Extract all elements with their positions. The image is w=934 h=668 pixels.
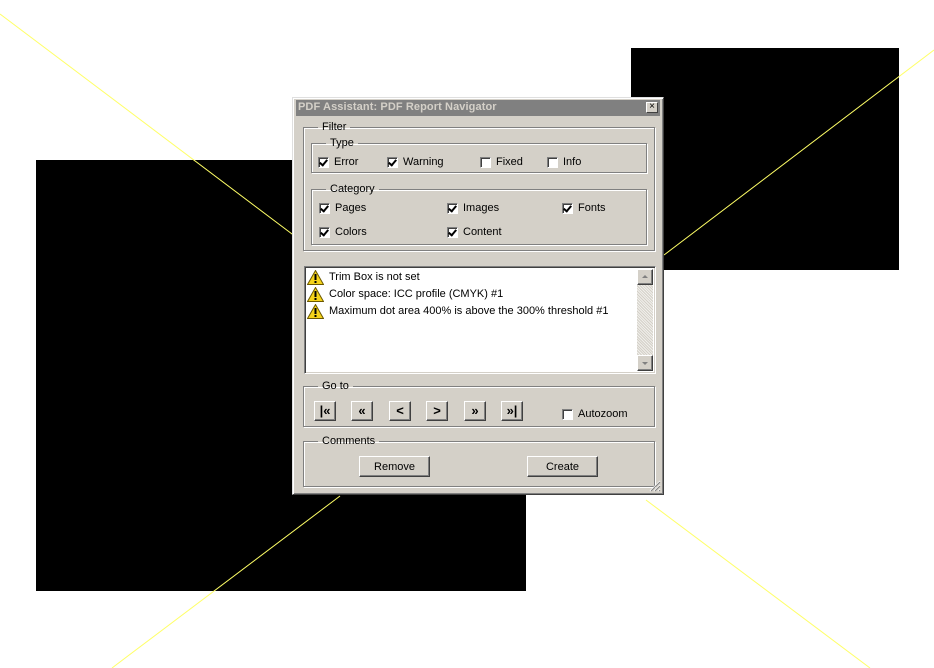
scroll-up-button[interactable] — [637, 269, 653, 285]
list-scrollbar[interactable] — [637, 269, 653, 371]
resize-grip-icon[interactable] — [649, 480, 661, 492]
scroll-down-button[interactable] — [637, 355, 653, 371]
content-checkbox[interactable]: Content — [447, 225, 502, 239]
autozoom-checkbox-box[interactable] — [562, 408, 573, 420]
chevron-left-icon: < — [396, 403, 404, 418]
list-item[interactable]: Color space: ICC profile (CMYK) #1 — [307, 286, 503, 302]
content-checkbox-box[interactable] — [447, 226, 458, 238]
create-button[interactable]: Create — [527, 456, 598, 477]
colors-checkbox-box[interactable] — [319, 226, 330, 238]
error-checkbox[interactable]: Error — [318, 155, 358, 169]
list-item-text: Maximum dot area 400% is above the 300% … — [329, 305, 609, 317]
fonts-checkbox-box[interactable] — [562, 202, 573, 214]
comments-group: Comments — [303, 435, 655, 487]
images-checkbox-box[interactable] — [447, 202, 458, 214]
last-button[interactable]: »| — [501, 401, 523, 421]
next-button[interactable]: > — [426, 401, 448, 421]
warning-icon — [307, 286, 324, 302]
colors-label: Colors — [335, 226, 367, 238]
images-checkbox[interactable]: Images — [447, 201, 499, 215]
warning-label: Warning — [403, 156, 444, 168]
list-item-text: Trim Box is not set — [329, 271, 420, 283]
close-icon: × — [649, 101, 655, 112]
titlebar[interactable]: PDF Assistant: PDF Report Navigator × — [296, 100, 660, 116]
info-checkbox-box[interactable] — [547, 156, 558, 168]
fonts-checkbox[interactable]: Fonts — [562, 201, 606, 215]
pages-checkbox[interactable]: Pages — [319, 201, 366, 215]
list-item-text: Color space: ICC profile (CMYK) #1 — [329, 288, 504, 300]
report-list[interactable]: Trim Box is not set Color space: ICC pro… — [304, 266, 656, 374]
next-page-button[interactable]: » — [464, 401, 486, 421]
arrow-up-icon — [642, 275, 648, 278]
colors-checkbox[interactable]: Colors — [319, 225, 367, 239]
fixed-checkbox[interactable]: Fixed — [480, 155, 523, 169]
category-legend: Category — [330, 183, 375, 195]
warning-checkbox[interactable]: Warning — [387, 155, 444, 169]
autozoom-checkbox[interactable]: Autozoom — [562, 407, 628, 421]
warning-checkbox-box[interactable] — [387, 156, 398, 168]
chevron-right-icon: > — [433, 403, 441, 418]
comments-legend: Comments — [322, 435, 376, 447]
error-checkbox-box[interactable] — [318, 156, 329, 168]
type-group: Type — [311, 137, 647, 173]
last-icon: »| — [506, 403, 518, 418]
arrow-down-icon — [642, 362, 648, 365]
report-navigator-dialog: PDF Assistant: PDF Report Navigator × Fi… — [292, 97, 664, 495]
first-button[interactable]: |« — [314, 401, 336, 421]
previous-page-button[interactable]: « — [351, 401, 373, 421]
first-icon: |« — [319, 403, 331, 418]
dialog-title: PDF Assistant: PDF Report Navigator — [298, 101, 497, 113]
pages-label: Pages — [335, 202, 367, 214]
info-checkbox[interactable]: Info — [547, 155, 581, 169]
previous-button[interactable]: < — [389, 401, 411, 421]
warning-icon — [307, 269, 324, 285]
warning-icon — [307, 303, 324, 319]
filter-legend: Filter — [322, 121, 347, 133]
fixed-label: Fixed — [496, 156, 523, 168]
remove-button[interactable]: Remove — [359, 456, 430, 477]
error-label: Error — [334, 156, 359, 168]
content-label: Content — [463, 226, 502, 238]
goto-legend: Go to — [322, 380, 349, 392]
images-label: Images — [463, 202, 500, 214]
list-item[interactable]: Maximum dot area 400% is above the 300% … — [307, 303, 608, 319]
double-chevron-left-icon: « — [358, 403, 366, 418]
close-button[interactable]: × — [646, 102, 658, 113]
info-label: Info — [563, 156, 582, 168]
double-chevron-right-icon: » — [471, 403, 479, 418]
autozoom-label: Autozoom — [578, 408, 628, 420]
fixed-checkbox-box[interactable] — [480, 156, 491, 168]
pages-checkbox-box[interactable] — [319, 202, 330, 214]
type-legend: Type — [330, 137, 354, 149]
list-item[interactable]: Trim Box is not set — [307, 269, 420, 285]
fonts-label: Fonts — [578, 202, 606, 214]
